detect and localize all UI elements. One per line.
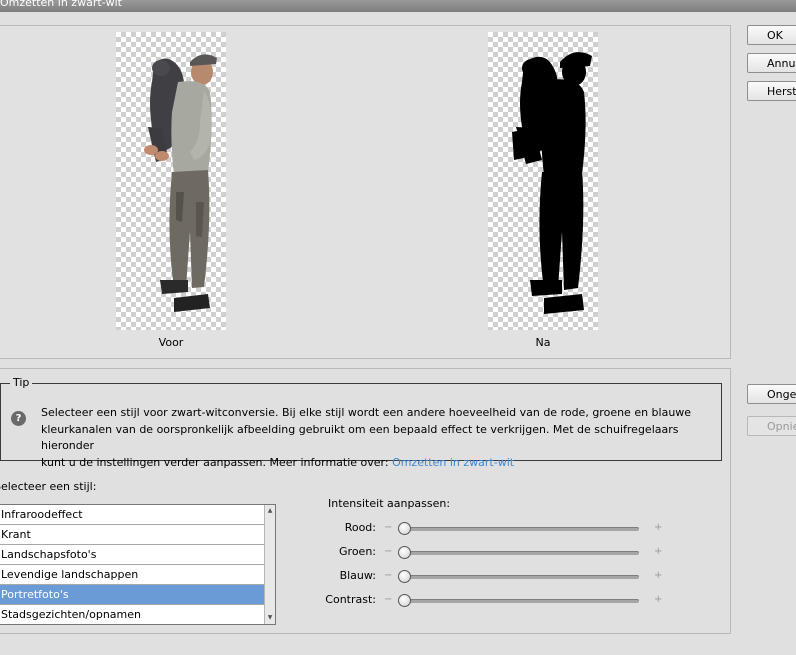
- tip-link[interactable]: Omzetten in zwart-wit: [392, 456, 514, 469]
- tip-line-3: kunt u de instellingen verder aanpassen.…: [41, 455, 721, 472]
- window-title: Omzetten in zwart-wit: [0, 0, 122, 9]
- slider-label-blue: Blauw:: [339, 569, 376, 582]
- list-scrollbar[interactable]: ▲ ▼: [264, 505, 275, 624]
- help-icon: ?: [11, 411, 26, 426]
- redo-button[interactable]: Opnieuw: [747, 416, 796, 436]
- slider-label-red: Rood:: [344, 521, 376, 534]
- tip-line-3-text: kunt u de instellingen verder aanpassen.…: [41, 455, 393, 469]
- before-preview-image: [116, 32, 226, 330]
- minus-icon: −: [384, 546, 393, 557]
- blue-slider-track[interactable]: [403, 575, 639, 579]
- plus-icon: +: [654, 522, 663, 533]
- list-item[interactable]: Krant: [0, 525, 264, 545]
- undo-button[interactable]: Ongedaan maken: [747, 384, 796, 404]
- green-slider-track[interactable]: [403, 551, 639, 555]
- list-item[interactable]: Stadsgezichten/opnamen: [0, 605, 264, 625]
- after-label: Na: [535, 336, 551, 349]
- list-item[interactable]: Levendige landschappen: [0, 565, 264, 585]
- ok-button[interactable]: OK: [747, 25, 796, 45]
- tip-line-2: kleurkanalen van de oorspronkelijk afbee…: [41, 422, 679, 453]
- green-slider-thumb[interactable]: [398, 546, 411, 559]
- preview-panel: [0, 25, 731, 359]
- plus-icon: +: [654, 546, 663, 557]
- cancel-button[interactable]: Annuleren: [747, 53, 796, 73]
- reset-button[interactable]: Herstellen: [747, 81, 796, 101]
- minus-icon: −: [384, 594, 393, 605]
- plus-icon: +: [654, 570, 663, 581]
- slider-label-green: Groen:: [339, 545, 376, 558]
- contrast-slider-track[interactable]: [403, 599, 639, 603]
- scroll-up-icon[interactable]: ▲: [265, 505, 275, 517]
- after-preview-image: [488, 32, 598, 330]
- intensity-label: Intensiteit aanpassen:: [328, 497, 451, 510]
- plus-icon: +: [654, 594, 663, 605]
- red-slider-track[interactable]: [403, 527, 639, 531]
- before-label: Voor: [158, 336, 184, 349]
- style-listbox[interactable]: Infraroodeffect Krant Landschapsfoto's L…: [0, 504, 276, 625]
- tip-text: Selecteer een stijl voor zwart-witconver…: [41, 405, 721, 471]
- slider-label-contrast: Contrast:: [325, 593, 376, 606]
- list-item[interactable]: Landschapsfoto's: [0, 545, 264, 565]
- list-item[interactable]: Infraroodeffect: [0, 505, 264, 525]
- tip-legend: Tip: [10, 376, 33, 389]
- blue-slider-thumb[interactable]: [398, 570, 411, 583]
- list-item-selected[interactable]: Portretfoto's: [0, 585, 264, 605]
- tip-line-1: Selecteer een stijl voor zwart-witconver…: [41, 406, 692, 419]
- style-list-label: Selecteer een stijl:: [0, 480, 97, 493]
- scroll-down-icon[interactable]: ▼: [265, 612, 275, 624]
- contrast-slider-thumb[interactable]: [398, 594, 411, 607]
- minus-icon: −: [384, 570, 393, 581]
- title-bar: Omzetten in zwart-wit: [0, 0, 796, 12]
- red-slider-thumb[interactable]: [398, 522, 411, 535]
- minus-icon: −: [384, 522, 393, 533]
